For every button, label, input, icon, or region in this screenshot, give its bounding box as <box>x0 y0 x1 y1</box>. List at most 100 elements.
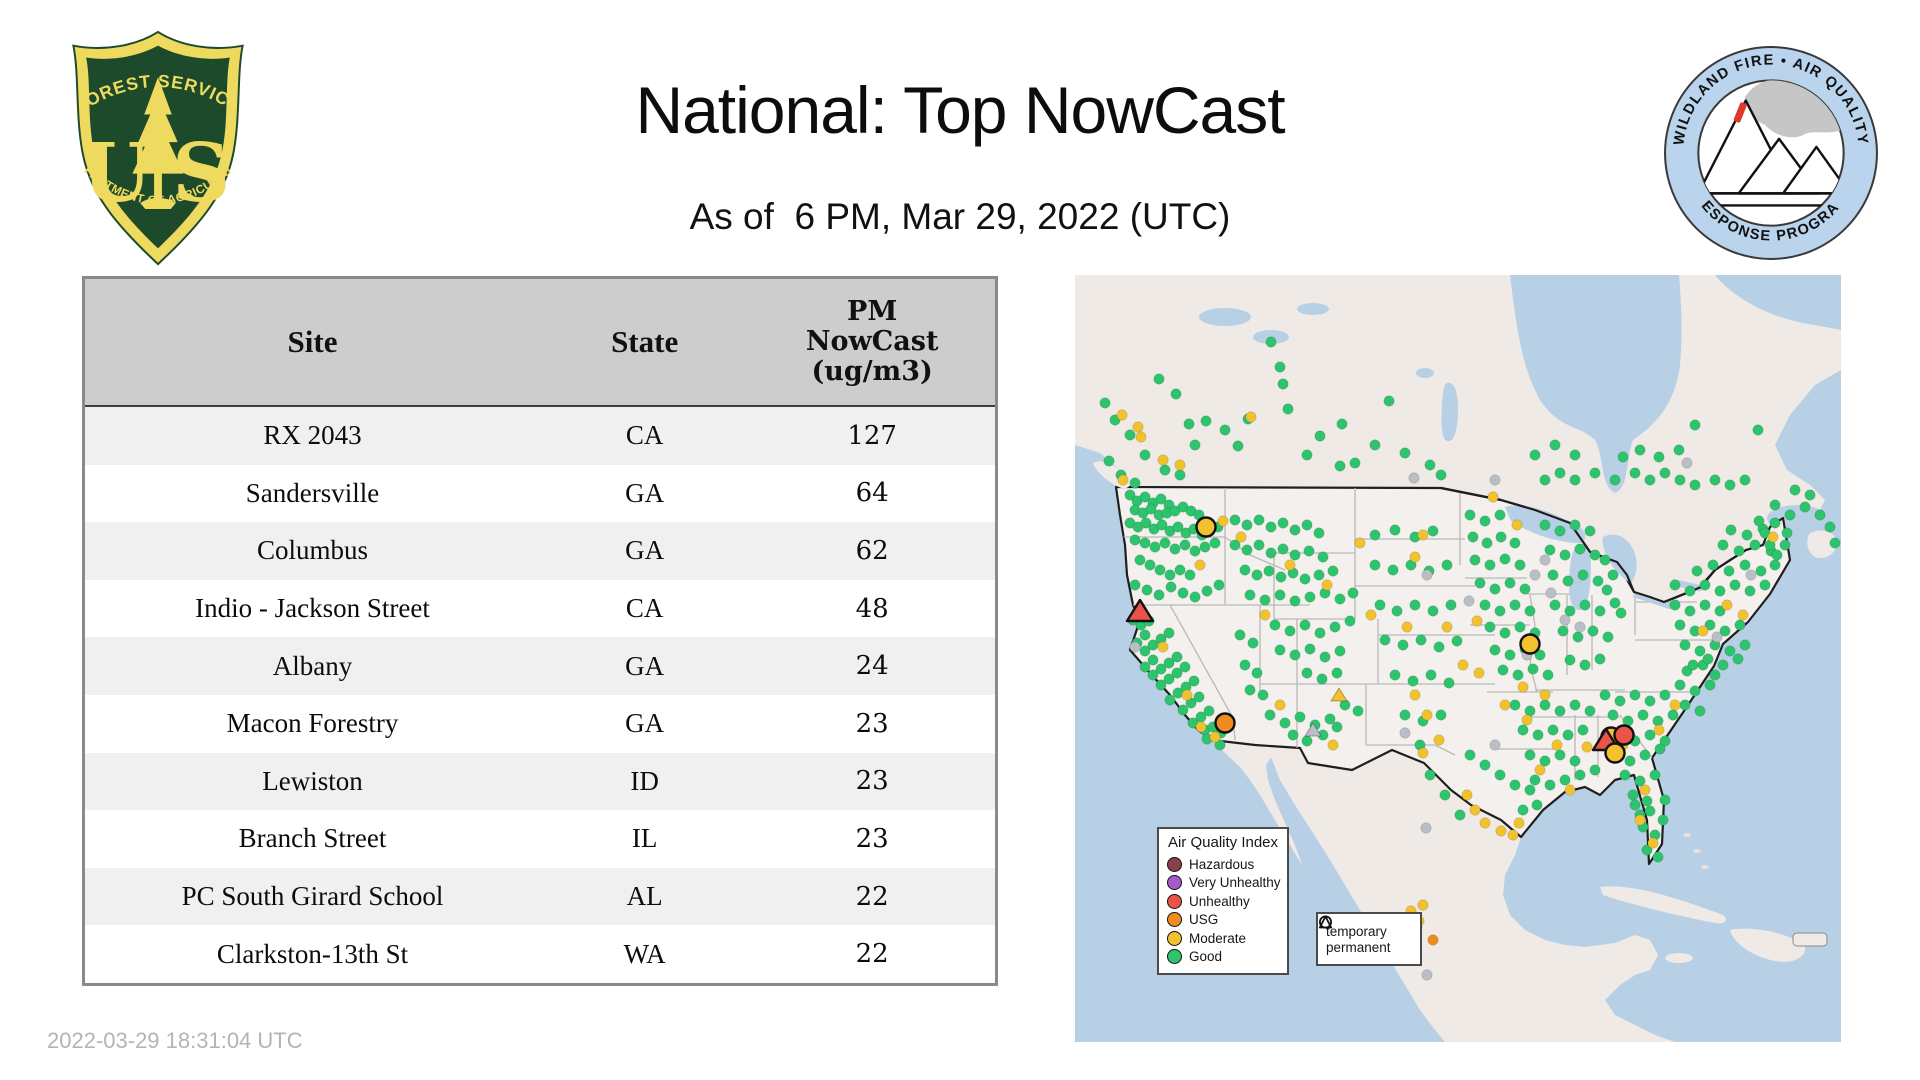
table-header-row: Site State PM NowCast (ug/m3) <box>85 279 995 407</box>
aqi-dot <box>1569 699 1581 711</box>
aqi-dot <box>1303 545 1315 557</box>
aqi-dot <box>1417 747 1429 759</box>
aqi-dot <box>1559 614 1571 626</box>
table-row: Lewiston ID 23 <box>85 752 995 811</box>
aqi-dot <box>1421 709 1433 721</box>
aqi-dot <box>1189 545 1201 557</box>
aqi-dot <box>1439 789 1451 801</box>
aqi-dot <box>1313 569 1325 581</box>
cell-value: 22 <box>855 881 889 912</box>
aqi-dot <box>1639 784 1651 796</box>
aqi-dot <box>1289 649 1301 661</box>
aqi-dot <box>1529 774 1541 786</box>
aqi-dot <box>1544 544 1556 556</box>
aqi-dot <box>1181 689 1193 701</box>
shape-legend-label: temporary <box>1326 923 1387 939</box>
aqi-dot <box>1681 457 1693 469</box>
aqi-dot <box>1769 499 1781 511</box>
aqi-dot <box>1269 619 1281 631</box>
aqi-dot <box>1203 705 1215 717</box>
aqi-dot <box>1277 378 1289 390</box>
aqi-dot <box>1487 491 1499 503</box>
aqi-dot <box>1545 587 1557 599</box>
table-row: PC South Girard School AL 22 <box>85 867 995 926</box>
aqi-dot <box>1183 418 1195 430</box>
aqi-dot <box>1579 659 1591 671</box>
aqi-dot <box>1514 621 1526 633</box>
aqi-dot <box>1179 661 1191 673</box>
aqi-dot <box>1524 605 1536 617</box>
aqi-dot <box>1554 525 1566 537</box>
aqi-dot <box>1554 749 1566 761</box>
aqi-dot <box>1564 784 1576 796</box>
aqi-dot <box>1299 573 1311 585</box>
permanent-triangle-icon <box>1318 915 1333 929</box>
aqi-dot <box>1562 729 1574 741</box>
aqi-dot <box>1495 825 1507 837</box>
aqi-legend-items: Hazardous Very Unhealthy Unhealthy USG Moder… <box>1167 855 1281 966</box>
aqi-dot <box>1804 489 1816 501</box>
aqi-dot <box>1433 734 1445 746</box>
aqi-dot <box>1733 545 1745 557</box>
aqi-dot <box>1445 599 1457 611</box>
aqi-dot <box>1702 653 1714 665</box>
aqi-dot <box>1653 724 1665 736</box>
featured-circle-marker <box>1195 516 1217 538</box>
aqi-dot <box>1484 559 1496 571</box>
aqi-dot <box>1194 559 1206 571</box>
aqi-dot <box>1279 717 1291 729</box>
cell-site: RX 2043 <box>263 420 362 451</box>
aqi-dot <box>1559 549 1571 561</box>
aqi-dot <box>1301 735 1313 747</box>
aqi-dot <box>1723 565 1735 577</box>
aqi-dot <box>1132 421 1144 433</box>
aqi-dot <box>1141 584 1153 596</box>
aqi-dot <box>1304 591 1316 603</box>
aqi-dot <box>1667 709 1679 721</box>
aqi-dot <box>1559 774 1571 786</box>
aqi-dot <box>1334 645 1346 657</box>
aqi-dot <box>1443 677 1455 689</box>
aqi-dot <box>1589 764 1601 776</box>
aqi-dot <box>1539 689 1551 701</box>
aqi-dot <box>1397 639 1409 651</box>
aqi-color-swatch <box>1167 893 1182 909</box>
aqi-dot <box>1749 539 1761 551</box>
aqi-dot <box>1317 551 1329 563</box>
aqi-dot <box>1779 539 1791 551</box>
aqi-dot <box>1259 594 1271 606</box>
aqi-dot <box>1495 531 1507 543</box>
aqi-dot <box>1684 605 1696 617</box>
aqi-dot <box>1421 569 1433 581</box>
aqi-dot <box>1379 634 1391 646</box>
aqi-dot <box>1199 541 1211 553</box>
cell-state: CA <box>625 420 664 451</box>
aqi-dot <box>1479 599 1491 611</box>
aqi-dot <box>1644 805 1656 817</box>
aqi-dot <box>1415 634 1427 646</box>
aqi-dot <box>1509 537 1521 549</box>
cell-site: Albany <box>272 650 353 681</box>
aqi-legend-label: USG <box>1189 912 1219 928</box>
wfaqrp-logo: WILDLAND FIRE • AIR QUALITY RESPONSE PRO… <box>1653 30 1882 264</box>
aqi-dot <box>1424 769 1436 781</box>
aqi-dot <box>1170 388 1182 400</box>
aqi-dot <box>1369 439 1381 451</box>
aqi-dot <box>1673 444 1685 456</box>
aqi-dot <box>1263 565 1275 577</box>
aqi-dot <box>1509 599 1521 611</box>
aqi-dot <box>1644 695 1656 707</box>
aqi-dot <box>1574 621 1586 633</box>
aqi-dot <box>1461 789 1473 801</box>
aqi-dot <box>1771 549 1783 561</box>
aqi-dot <box>1814 509 1826 521</box>
aqi-dot <box>1509 779 1521 791</box>
aqi-dot <box>1641 795 1653 807</box>
aqi-dot <box>1629 689 1641 701</box>
aqi-dot <box>1408 472 1420 484</box>
aqi-dot <box>1321 579 1333 591</box>
aqi-dot <box>1602 631 1614 643</box>
aqi-dot <box>1577 569 1589 581</box>
aqi-dot <box>1329 621 1341 633</box>
aqi-dot <box>1753 515 1765 527</box>
